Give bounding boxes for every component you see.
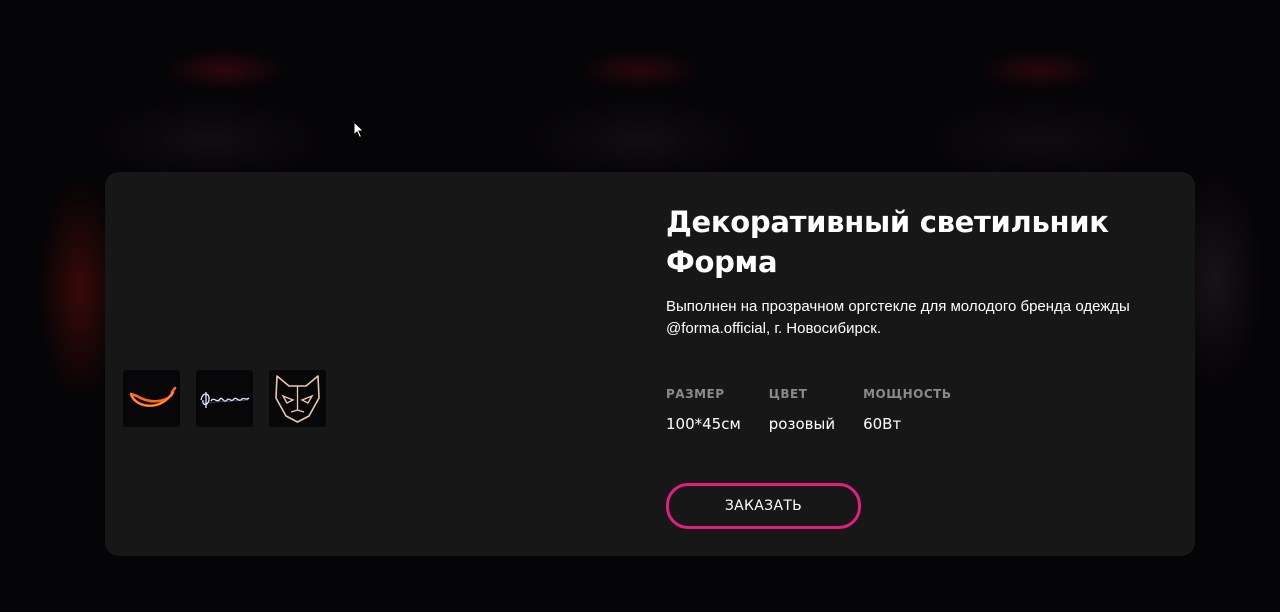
spec-power-value: 60Вт xyxy=(863,415,902,433)
product-info: Декоративный светильник Форма Выполнен н… xyxy=(666,202,1166,529)
spec-power: МОЩНОСТЬ 60Вт xyxy=(863,386,951,433)
spec-size: РАЗМЕР 100*45см xyxy=(666,386,741,433)
spec-color: ЦВЕТ розовый xyxy=(769,386,835,433)
mouse-cursor-icon xyxy=(353,121,365,139)
order-button[interactable]: ЗАКАЗАТЬ xyxy=(666,483,861,529)
thumbnail-strip xyxy=(123,370,326,427)
product-card: Декоративный светильник Форма Выполнен н… xyxy=(105,172,1195,556)
spec-size-label: РАЗМЕР xyxy=(666,387,725,401)
neon-cat-face-icon xyxy=(275,375,320,423)
product-description: Выполнен на прозрачном оргстекле для мол… xyxy=(666,298,1130,337)
spec-color-value: розовый xyxy=(768,415,836,433)
thumbnail-forma-script[interactable] xyxy=(196,370,253,427)
product-specs: РАЗМЕР 100*45см ЦВЕТ розовый МОЩНОСТЬ 60… xyxy=(666,386,1166,433)
spec-color-label: ЦВЕТ xyxy=(768,387,808,401)
neon-banana-icon xyxy=(129,386,177,407)
product-title: Декоративный светильник Форма xyxy=(666,205,1109,279)
spec-power-label: МОЩНОСТЬ xyxy=(863,387,952,401)
thumbnail-cat-face[interactable] xyxy=(269,370,326,427)
spec-size-value: 100*45см xyxy=(666,415,741,433)
neon-forma-script-icon xyxy=(200,392,250,408)
thumbnail-banana[interactable] xyxy=(123,370,180,427)
